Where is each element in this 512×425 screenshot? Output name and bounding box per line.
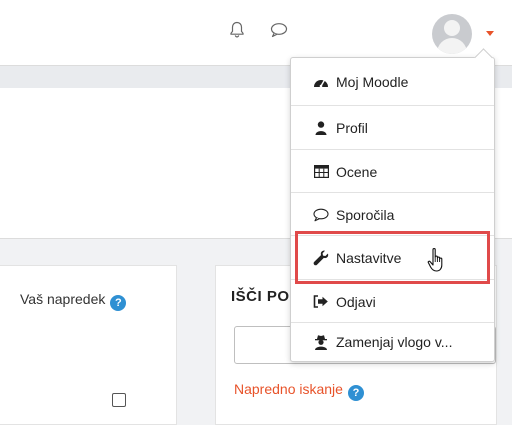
user-secret-icon [313,334,329,350]
question-circle-icon[interactable]: ? [347,385,364,401]
menu-item-dashboard[interactable]: Moj Moodle [291,60,494,103]
advanced-search-link[interactable]: Napredno iskanje? [234,381,364,401]
progress-checkbox[interactable] [112,393,126,407]
progress-card: Vaš napredek? [0,265,177,425]
menu-item-label: Moj Moodle [336,73,409,90]
user-avatar[interactable] [432,14,472,54]
sign-out-icon [313,294,329,310]
menu-item-label: Zamenjaj vlogo v... [336,334,453,350]
menu-item-label: Odjavi [336,293,376,310]
user-icon [313,120,329,136]
highlight-box-preferences [295,231,490,284]
caret-down-icon[interactable] [486,31,494,36]
comment-icon [313,207,329,223]
menu-item-messages[interactable]: Sporočila [291,193,494,236]
progress-title: Vaš napredek? [20,291,127,311]
speech-bubble-icon[interactable] [267,18,291,42]
bell-icon[interactable] [225,18,249,42]
tachometer-icon [313,74,329,90]
menu-item-profile[interactable]: Profil [291,106,494,149]
table-icon [313,164,329,180]
search-heading: IŠČI PO [231,288,290,305]
hand-cursor-icon [426,246,450,279]
user-dropdown-menu: Moj Moodle Profil Ocene Sporočila Nastav… [290,48,495,362]
menu-item-grades[interactable]: Ocene [291,150,494,193]
menu-item-label: Ocene [336,163,378,180]
menu-item-label: Profil [336,119,368,136]
menu-item-switch-role[interactable]: Zamenjaj vlogo v... [291,322,494,362]
menu-item-label: Sporočila [336,206,395,223]
menu-item-logout[interactable]: Odjavi [291,280,494,323]
question-circle-icon[interactable]: ? [110,295,127,311]
